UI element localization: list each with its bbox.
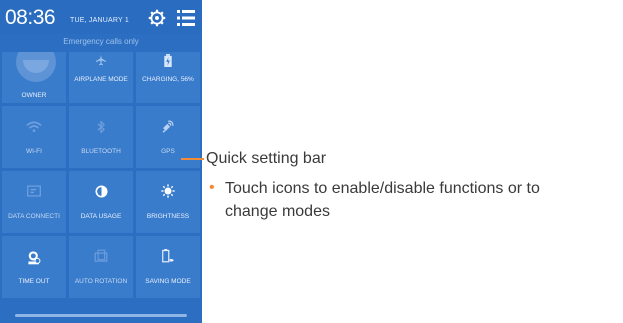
quick-settings-panel: 08:36 TUE, JANUARY 1 Emergency calls onl… [0, 0, 202, 323]
gps-icon [136, 119, 200, 133]
tile-wifi[interactable]: WI-FI [2, 106, 66, 168]
tile-bluetooth[interactable]: BLUETOOTH [69, 106, 133, 168]
callout-description-line-2: change modes [225, 203, 330, 220]
tile-label: BLUETOOTH [81, 148, 121, 155]
auto-rotation-icon [69, 249, 133, 263]
tile-label: CHARGING, 56% [142, 76, 194, 83]
tile-brightness[interactable]: BRIGHTNESS [136, 171, 200, 233]
bluetooth-icon [69, 120, 133, 134]
data-connection-icon [2, 185, 66, 197]
tile-label: TIME OUT [18, 278, 50, 285]
tile-label: DATA USAGE [80, 213, 122, 220]
airplane-icon [69, 54, 133, 66]
tile-label: AIRPLANE MODE [74, 76, 128, 83]
saving-mode-icon [136, 249, 200, 264]
tile-airplane-mode[interactable]: AIRPLANE MODE [69, 52, 133, 103]
callout-pointer-line [181, 158, 204, 160]
tile-label: WI-FI [26, 148, 42, 155]
gear-icon[interactable] [148, 9, 166, 27]
list-menu-icon[interactable] [177, 10, 195, 26]
data-usage-icon [69, 185, 133, 198]
timeout-icon [2, 250, 66, 266]
tile-data-connection[interactable]: DATA CONNECTI [2, 171, 66, 233]
tile-owner[interactable]: OWNER [2, 52, 66, 103]
tile-label: AUTO ROTATION [74, 278, 128, 285]
status-bar: 08:36 TUE, JANUARY 1 [0, 0, 202, 34]
tile-data-usage[interactable]: DATA USAGE [69, 171, 133, 233]
tile-label: BRIGHTNESS [146, 213, 190, 220]
tile-saving-mode[interactable]: SAVING MODE [136, 236, 200, 298]
callout-description-line-1: Touch icons to enable/disable functions … [225, 180, 540, 197]
tile-label: GPS [161, 148, 175, 155]
wifi-icon [2, 121, 66, 133]
tile-charging[interactable]: CHARGING, 56% [136, 52, 200, 103]
tile-label: DATA CONNECTI [8, 213, 60, 220]
tile-time-out[interactable]: TIME OUT [2, 236, 66, 298]
tile-auto-rotation[interactable]: AUTO ROTATION [69, 236, 133, 298]
emergency-calls-text: Emergency calls only [63, 37, 139, 46]
battery-charging-icon [136, 54, 200, 67]
clock: 08:36 [5, 6, 56, 29]
callout-title: Quick setting bar [206, 150, 327, 167]
callout-bullet: • [209, 179, 215, 196]
brightness-icon [136, 184, 200, 198]
date-label: TUE, JANUARY 1 [70, 17, 129, 24]
panel-drag-handle[interactable] [15, 314, 187, 317]
tile-label: SAVING MODE [145, 278, 191, 285]
tile-label: OWNER [21, 92, 47, 99]
